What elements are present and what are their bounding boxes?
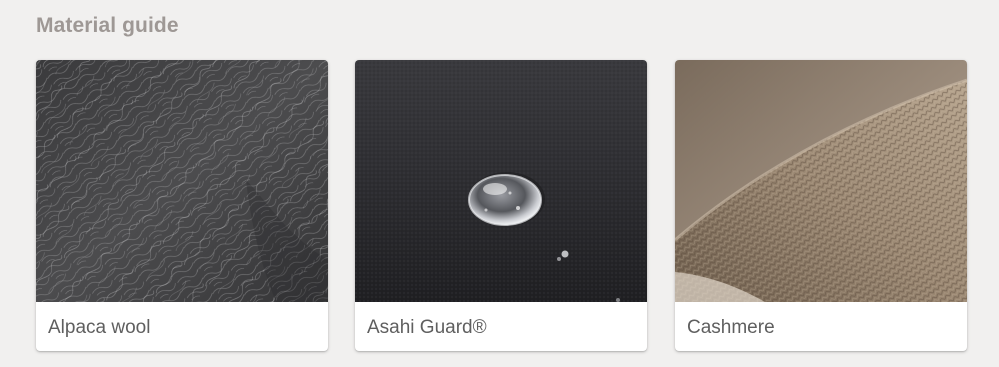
card-label: Asahi Guard® [367, 317, 487, 338]
material-card-alpaca-wool[interactable]: Alpaca wool [36, 60, 328, 351]
material-card-cashmere[interactable]: Cashmere [675, 60, 967, 351]
water-drop-fabric-image [355, 60, 647, 302]
material-guide-section: Material guide Alpaca wool Asahi Guard® … [0, 0, 999, 367]
cashmere-knit-image [675, 60, 967, 302]
material-card-asahi-guard[interactable]: Asahi Guard® [355, 60, 647, 351]
card-label: Alpaca wool [48, 317, 151, 338]
section-title: Material guide [36, 14, 179, 37]
alpaca-wool-texture-image [36, 60, 328, 302]
card-label: Cashmere [687, 317, 775, 338]
